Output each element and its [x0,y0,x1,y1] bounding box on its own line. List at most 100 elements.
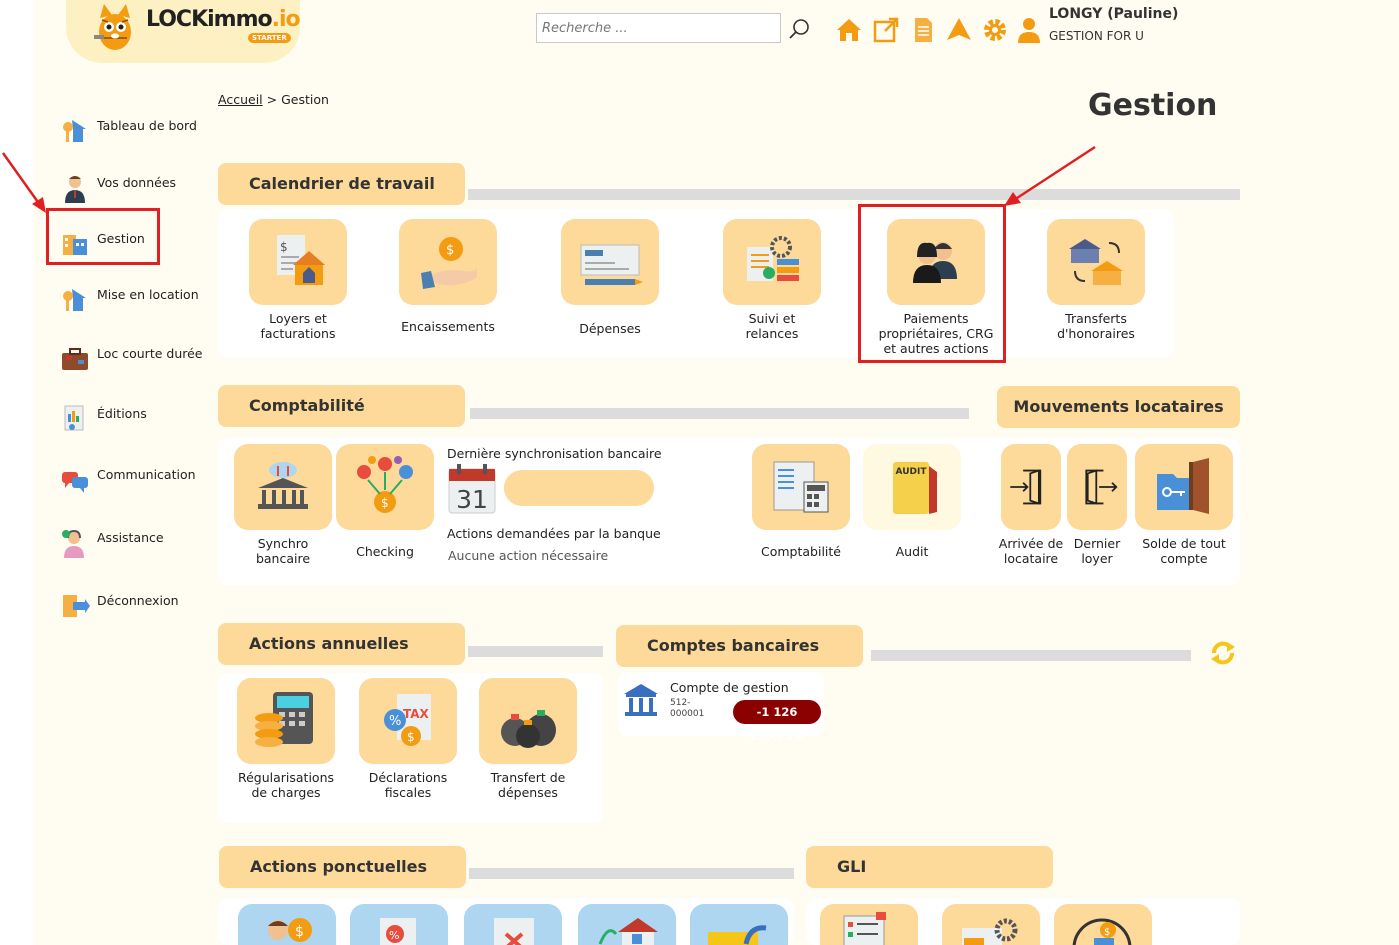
tile-synchro-bancaire[interactable]: Synchro bancaire [226,444,340,566]
tile-audit[interactable]: AUDIT Audit [860,444,964,559]
report-icon [64,405,84,431]
person-icon [65,176,85,203]
document-icon[interactable] [909,16,937,44]
refresh-icon[interactable] [1209,639,1237,667]
tile-label: Transferts d'honoraires [1057,311,1135,341]
tile-label: Comptabilité [761,544,841,559]
svg-text:$: $ [446,243,454,258]
tile-depenses[interactable]: Dépenses [550,219,670,336]
plan-badge: STARTER [248,33,291,43]
search-icon[interactable] [788,17,812,41]
last-sync-label: Dernière synchronisation bancaire [447,446,662,461]
tile-suivi-relances[interactable]: Suivi et relances [712,219,832,341]
sidebar-item-tableau-de-bord[interactable]: Tableau de bord [60,114,210,148]
breadcrumb-current: Gestion [281,92,329,107]
tile-dernier-loyer[interactable]: Dernier loyer [1064,444,1130,566]
tile-regularisations-charges[interactable]: Régularisations de charges [226,678,346,800]
section-header-annuelles: Actions annuelles [218,623,465,665]
sidebar-item-assistance[interactable]: Assistance [60,526,210,560]
check-pen-icon [580,244,643,285]
sidebar-item-label: Communication [97,466,196,482]
bank-account-balance: -1 126 158,71 € [733,700,821,743]
tile-label: Audit [895,544,929,559]
user-icon[interactable] [1015,16,1043,44]
tile-solde-tout-compte[interactable]: Solde de tout compte [1134,444,1234,566]
cancel-document-icon [494,918,534,945]
tile-ponctuelle-2[interactable]: % [350,904,448,945]
breadcrumb-home-link[interactable]: Accueil [218,92,263,107]
tile-gli-1[interactable] [820,904,918,945]
sidebar-item-vos-donnees[interactable]: Vos données [60,171,210,205]
tile-label: Dernier loyer [1073,536,1121,566]
gear-icon[interactable] [981,16,1009,44]
calendar-icon: 31 [448,464,496,514]
svg-text:%: % [389,714,401,729]
bank-actions-label: Actions demandées par la banque [447,526,661,541]
highlight-box-gestion [46,208,160,265]
svg-text:$: $ [280,240,288,254]
annotation-arrow-paiements [1004,145,1096,206]
folder-arrow-icon [708,925,767,945]
payment-hand-icon: $ [421,237,477,289]
sidebar-item-loc-courte-duree[interactable]: Loc courte durée [60,342,210,376]
home-icon[interactable] [835,16,863,44]
section-header-mouvements: Mouvements locataires [997,386,1240,428]
tile-transfert-depenses[interactable]: Transfert de dépenses [468,678,588,800]
tile-ponctuelle-4[interactable] [578,904,676,945]
section-header-calendrier: Calendrier de travail [218,163,465,205]
calculator-coins-icon [255,692,313,747]
tile-ponctuelle-1[interactable]: $ [238,904,336,945]
tile-gli-3[interactable]: $ [1054,904,1152,945]
bank-transfer-icon [1069,239,1123,285]
percent-document-icon: % [380,918,416,945]
section-header-gli: GLI [806,846,1053,888]
user-name[interactable]: LONGY (Pauline) [1049,6,1178,22]
sidebar-item-communication[interactable]: Communication [60,463,210,497]
logout-icon [63,595,90,617]
section-divider [469,868,794,879]
tile-ponctuelle-5[interactable] [690,904,788,945]
tile-label: Dépenses [579,321,641,336]
bank-account-name: Compte de gestion [670,680,789,695]
bank-account-number: 512-000001 [670,698,705,719]
tile-arrivee-locataire[interactable]: Arrivée de locataire [998,444,1064,566]
audit-label: AUDIT [896,467,928,477]
folder-door-icon [1157,458,1209,514]
insurance-cycle-icon: $ [1072,918,1132,945]
sidebar-item-label: Déconnexion [97,592,179,608]
tile-encaissements[interactable]: $ Encaissements [388,219,508,334]
tile-ponctuelle-3[interactable] [464,904,562,945]
rent-invoice-icon: $ [277,235,325,285]
tile-loyers-facturations[interactable]: $ Loyers et facturations [238,219,358,341]
bank-building-icon [624,684,658,716]
sidebar-item-deconnexion[interactable]: Déconnexion [60,589,210,623]
tile-gli-2[interactable] [942,904,1040,945]
sidebar-item-mise-en-location[interactable]: Mise en location [60,283,210,317]
tax-document-icon: TAX % $ [384,694,431,746]
logo-wordmark: LOCKimmo.io [146,7,301,32]
tile-checking[interactable]: $ Checking [332,444,438,559]
breadcrumb-separator: > [266,92,278,107]
document-gear-icon [962,918,1018,945]
support-agent-icon [62,529,84,558]
svg-text:$: $ [407,730,415,744]
calendar-day: 31 [456,485,488,514]
section-header-ponctuelles: Actions ponctuelles [219,846,466,888]
panel-calendrier [218,209,1174,358]
tile-transferts-honoraires[interactable]: Transferts d'honoraires [1036,219,1156,341]
last-sync-value [504,470,654,506]
external-link-icon[interactable] [872,16,900,44]
door-enter-icon [1010,469,1042,505]
alert-triangle-icon[interactable] [945,16,973,44]
chat-bubbles-icon [62,472,88,493]
tile-comptabilite[interactable]: Comptabilité [742,444,860,559]
search-input[interactable] [536,13,781,43]
audit-folder-icon: AUDIT [893,462,937,514]
tile-label: Déclarations fiscales [368,770,448,800]
tile-label: Checking [356,544,414,559]
bank-sync-icon [258,462,308,509]
section-header-comptabilite: Comptabilité [218,385,465,427]
section-divider [470,408,969,419]
sidebar-item-editions[interactable]: Éditions [60,402,210,436]
tile-declarations-fiscales[interactable]: TAX % $ Déclarations fiscales [348,678,468,800]
